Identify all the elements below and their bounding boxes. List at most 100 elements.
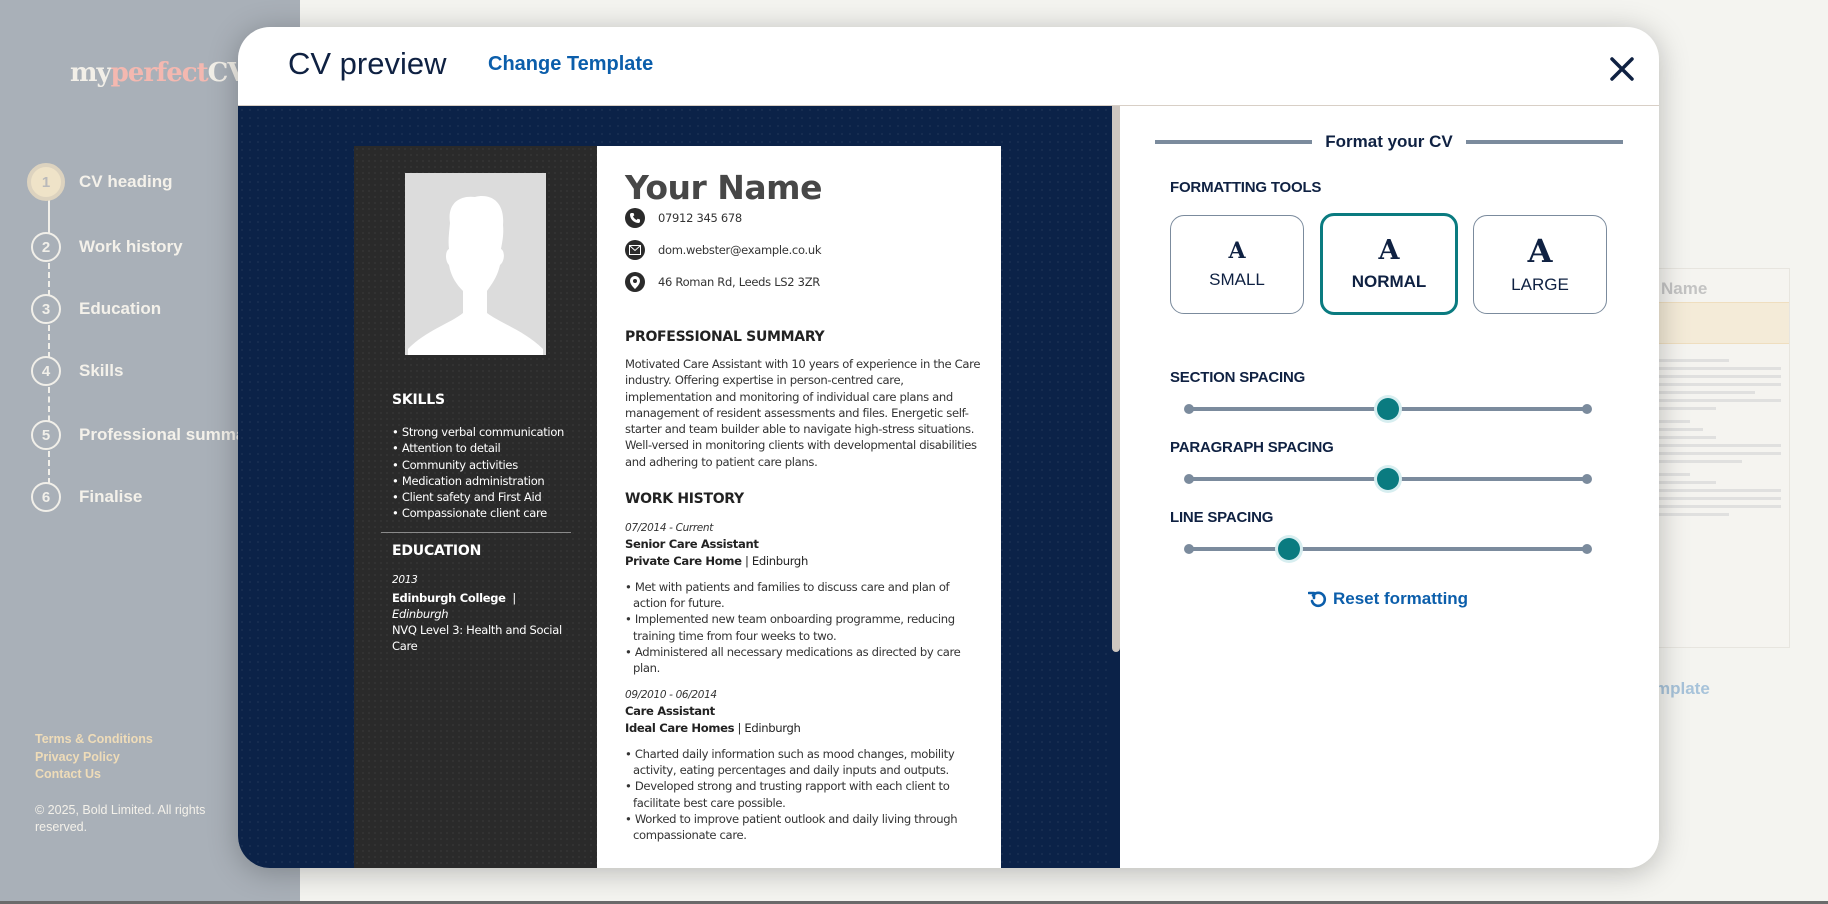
education-entry: 2013 Edinburgh College | Edinburgh NVQ L… bbox=[392, 572, 572, 654]
close-icon bbox=[1610, 57, 1634, 81]
slider-min-dot bbox=[1184, 404, 1194, 414]
reset-icon bbox=[1308, 591, 1327, 608]
slider-thumb[interactable] bbox=[1277, 538, 1300, 560]
step-label: Work history bbox=[79, 237, 183, 256]
step-number: 3 bbox=[31, 294, 61, 324]
step-number: 1 bbox=[27, 163, 65, 201]
job-company: Private Care Home bbox=[625, 553, 742, 568]
logo[interactable]: myperfectCV bbox=[70, 58, 247, 88]
sidebar-divider bbox=[381, 532, 571, 533]
summary-text: Motivated Care Assistant with 10 years o… bbox=[625, 357, 981, 469]
job-entry: 07/2014 - Current Senior Care Assistant … bbox=[625, 520, 985, 677]
cv-main-column: Your Name 07912 345 678 dom.webster@exam… bbox=[597, 146, 1001, 868]
scrollbar-thumb[interactable] bbox=[1112, 106, 1120, 652]
location-pin-icon bbox=[625, 272, 645, 292]
paragraph-spacing-slider[interactable] bbox=[1184, 467, 1592, 491]
job-company: Ideal Care Homes bbox=[625, 720, 735, 735]
terms-link[interactable]: Terms & Conditions bbox=[35, 731, 153, 749]
job-entry: 09/2010 - 06/2014 Care Assistant Ideal C… bbox=[625, 687, 985, 844]
step-label: CV heading bbox=[79, 172, 173, 191]
work-history-heading: WORK HISTORY bbox=[625, 491, 744, 507]
job-bullet: Implemented new team onboarding programm… bbox=[625, 611, 985, 644]
education-year: 2013 bbox=[392, 574, 418, 586]
job-role: Senior Care Assistant bbox=[625, 537, 759, 552]
format-panel: Format your CV FORMATTING TOOLS A SMALL … bbox=[1120, 106, 1659, 868]
font-size-large-button[interactable]: A LARGE bbox=[1473, 215, 1607, 314]
privacy-link[interactable]: Privacy Policy bbox=[35, 749, 153, 767]
slider-thumb[interactable] bbox=[1377, 398, 1399, 420]
job-bullets: Charted daily information such as mood c… bbox=[625, 746, 985, 844]
skill-item: Client safety and First Aid bbox=[392, 489, 564, 505]
job-bullet: Charted daily information such as mood c… bbox=[625, 746, 985, 779]
job-role: Care Assistant bbox=[625, 704, 715, 719]
copyright: © 2025, Bold Limited. All rights reserve… bbox=[35, 803, 206, 834]
ghost-cv-text bbox=[1651, 359, 1781, 521]
skill-item: Community activities bbox=[392, 457, 564, 473]
job-bullet: Worked to improve patient outlook and da… bbox=[625, 811, 985, 844]
font-size-normal-button[interactable]: A NORMAL bbox=[1320, 213, 1458, 315]
skill-item: Compassionate client care bbox=[392, 505, 564, 521]
section-spacing-label: SECTION SPACING bbox=[1170, 369, 1306, 386]
formatting-tools-label: FORMATTING TOOLS bbox=[1170, 179, 1322, 196]
job-location: | Edinburgh bbox=[737, 720, 801, 735]
contact-address: 46 Roman Rd, Leeds LS2 3ZR bbox=[625, 272, 820, 292]
slider-max-dot bbox=[1582, 474, 1592, 484]
phone-icon bbox=[625, 208, 645, 228]
skill-item: Medication administration bbox=[392, 473, 564, 489]
font-size-icon: A bbox=[1378, 234, 1400, 266]
font-size-icon: A bbox=[1527, 231, 1553, 270]
format-panel-title: Format your CV bbox=[1325, 132, 1453, 151]
skill-item: Strong verbal communication bbox=[392, 424, 565, 440]
contact-link[interactable]: Contact Us bbox=[35, 766, 153, 784]
contact-phone: 07912 345 678 bbox=[625, 208, 742, 228]
job-bullets: Met with patients and families to discus… bbox=[625, 579, 985, 677]
background-cv-preview: Name bbox=[1640, 268, 1790, 648]
preview-scrollbar[interactable] bbox=[1112, 106, 1120, 868]
job-location: | Edinburgh bbox=[744, 553, 808, 568]
step-label: Education bbox=[79, 299, 162, 318]
cv-preview-area[interactable]: SKILLS Strong verbal communication Atten… bbox=[238, 106, 1118, 868]
skills-heading: SKILLS bbox=[392, 392, 445, 408]
close-button[interactable] bbox=[1605, 52, 1639, 86]
job-bullet: Developed strong and trusting rapport wi… bbox=[625, 778, 985, 811]
step-number: 2 bbox=[31, 232, 61, 262]
reset-formatting-button[interactable]: Reset formatting bbox=[1308, 589, 1468, 609]
change-template-link[interactable]: Change Template bbox=[488, 53, 653, 76]
modal-header: CV preview Change Template bbox=[238, 27, 1659, 106]
format-panel-header: Format your CV bbox=[1155, 130, 1623, 154]
modal-title: CV preview bbox=[288, 46, 447, 81]
divider bbox=[1465, 140, 1623, 144]
step-label: Professional summary bbox=[79, 425, 262, 444]
slider-max-dot bbox=[1582, 544, 1592, 554]
step-number: 4 bbox=[31, 356, 61, 386]
job-dates: 09/2010 - 06/2014 bbox=[625, 689, 717, 701]
skill-item: Attention to detail bbox=[392, 440, 564, 456]
education-school: Edinburgh College bbox=[392, 591, 506, 605]
ghost-cv-name: Name bbox=[1661, 279, 1708, 298]
ghost-cv-contact bbox=[1641, 302, 1789, 344]
step-number: 6 bbox=[31, 482, 61, 512]
avatar-silhouette-icon bbox=[408, 196, 543, 355]
background-template-link: mplate bbox=[1655, 679, 1710, 698]
divider bbox=[1155, 140, 1313, 144]
summary-heading: PROFESSIONAL SUMMARY bbox=[625, 329, 825, 345]
section-spacing-slider[interactable] bbox=[1184, 397, 1592, 421]
skills-list: Strong verbal communication Attention to… bbox=[392, 424, 565, 522]
slider-max-dot bbox=[1582, 404, 1592, 414]
font-size-icon: A bbox=[1228, 237, 1246, 264]
slider-min-dot bbox=[1184, 544, 1194, 554]
job-bullet: Met with patients and families to discus… bbox=[625, 579, 985, 612]
line-spacing-slider[interactable] bbox=[1184, 537, 1592, 561]
slider-thumb[interactable] bbox=[1377, 468, 1399, 490]
education-heading: EDUCATION bbox=[392, 543, 482, 559]
font-size-small-button[interactable]: A SMALL bbox=[1170, 215, 1304, 314]
cv-sidebar: SKILLS Strong verbal communication Atten… bbox=[354, 146, 597, 868]
paragraph-spacing-label: PARAGRAPH SPACING bbox=[1170, 439, 1334, 456]
slider-track bbox=[1188, 547, 1588, 551]
job-bullet: Administered all necessary medications a… bbox=[625, 644, 985, 677]
cv-name: Your Name bbox=[625, 168, 822, 207]
education-city: Edinburgh bbox=[392, 607, 449, 621]
cv-preview-modal: CV preview Change Template SKILLS Strong… bbox=[238, 27, 1659, 868]
slider-min-dot bbox=[1184, 474, 1194, 484]
cv-document: SKILLS Strong verbal communication Atten… bbox=[354, 146, 1001, 868]
